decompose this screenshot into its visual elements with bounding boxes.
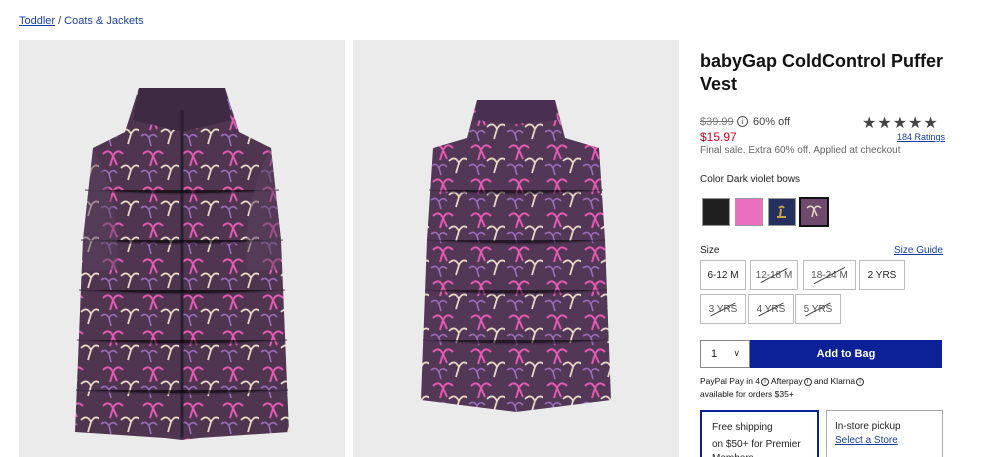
pickup-option-card[interactable]: In-store pickup Select a Store [826, 410, 943, 457]
size-option-5yrs[interactable]: 5 YRS [795, 294, 841, 324]
bows-swatch-pattern-icon [806, 205, 822, 218]
info-icon[interactable]: i [761, 377, 770, 386]
selected-swatch-inner [803, 201, 825, 223]
size-label: Size [700, 245, 720, 256]
select-store-link[interactable]: Select a Store [835, 434, 934, 448]
size-option-label: 5 YRS [803, 303, 833, 315]
quantity-value: 1 [711, 348, 718, 360]
info-icon[interactable]: i [803, 377, 812, 386]
info-icon[interactable]: i [856, 377, 865, 386]
original-price: $39.99 [700, 116, 734, 128]
bnpl-info: PayPal Pay in 4i Afterpay i and Klarna i a… [700, 375, 865, 401]
klarna-text: Klarna [830, 376, 856, 386]
size-option-label: 2 YRS [867, 269, 897, 281]
add-to-bag-button[interactable]: Add to Bag [750, 340, 942, 368]
chevron-down-icon: ∨ [733, 348, 740, 358]
size-option-3yrs[interactable]: 3 YRS [700, 294, 746, 324]
color-label: Color Dark violet bows [700, 174, 801, 185]
color-swatch-pink[interactable] [735, 198, 763, 226]
size-option-2yrs[interactable]: 2 YRS [859, 260, 905, 290]
navy-swatch-pattern-icon [777, 205, 786, 218]
shipping-option-card[interactable]: Free shipping on $50+ for Premier Member… [700, 410, 819, 457]
size-guide-link[interactable]: Size Guide [894, 245, 943, 256]
product-image-back[interactable] [353, 40, 679, 457]
bnpl-availability: available for orders $35+ [700, 389, 794, 399]
afterpay-text: Afterpay [770, 376, 803, 386]
size-option-12-18m[interactable]: 12-18 M [750, 260, 798, 290]
color-swatch-dark-violet-bows[interactable] [799, 197, 829, 227]
pickup-title: In-store pickup [835, 421, 901, 432]
and-text: and [813, 376, 829, 386]
color-swatch-black[interactable] [702, 198, 730, 226]
color-swatch-navy[interactable] [768, 198, 796, 226]
size-option-label: 4 YRS [756, 303, 786, 315]
size-option-label: 18-24 M [811, 269, 848, 281]
discount-badge: 60% off [753, 116, 791, 128]
shipping-title: Free shipping [712, 422, 773, 433]
final-sale-note: Final sale. Extra 60% off. Applied at ch… [700, 145, 901, 156]
size-option-6-12m[interactable]: 6-12 M [700, 260, 746, 290]
paypal-text: PayPal Pay in 4 [700, 376, 761, 386]
size-option-4yrs[interactable]: 4 YRS [748, 294, 794, 324]
vest-front-illustration [75, 88, 289, 440]
ratings-link[interactable]: 184 Ratings [897, 132, 945, 142]
sale-price: $15.97 [700, 130, 737, 144]
size-option-label: 6-12 M [707, 269, 739, 281]
size-option-18-24m[interactable]: 18-24 M [803, 260, 856, 290]
breadcrumb-toddler-link[interactable]: Toddler [19, 15, 55, 27]
product-title: babyGap ColdControl Puffer Vest [700, 51, 943, 94]
product-image-front[interactable] [19, 40, 345, 457]
size-option-label: 12-18 M [755, 269, 793, 281]
info-icon[interactable]: i [737, 116, 748, 127]
shipping-detail: on $50+ for Premier Members [712, 439, 801, 457]
breadcrumb-coats-link[interactable]: Coats & Jackets [64, 15, 143, 27]
vest-back-illustration [421, 100, 611, 412]
size-option-label: 3 YRS [708, 303, 738, 315]
breadcrumb: Toddler / Coats & Jackets [19, 15, 144, 27]
quantity-select[interactable]: 1 ∨ [700, 340, 750, 368]
breadcrumb-separator: / [58, 15, 62, 27]
star-rating-icon: ★★★★★ [862, 115, 939, 132]
